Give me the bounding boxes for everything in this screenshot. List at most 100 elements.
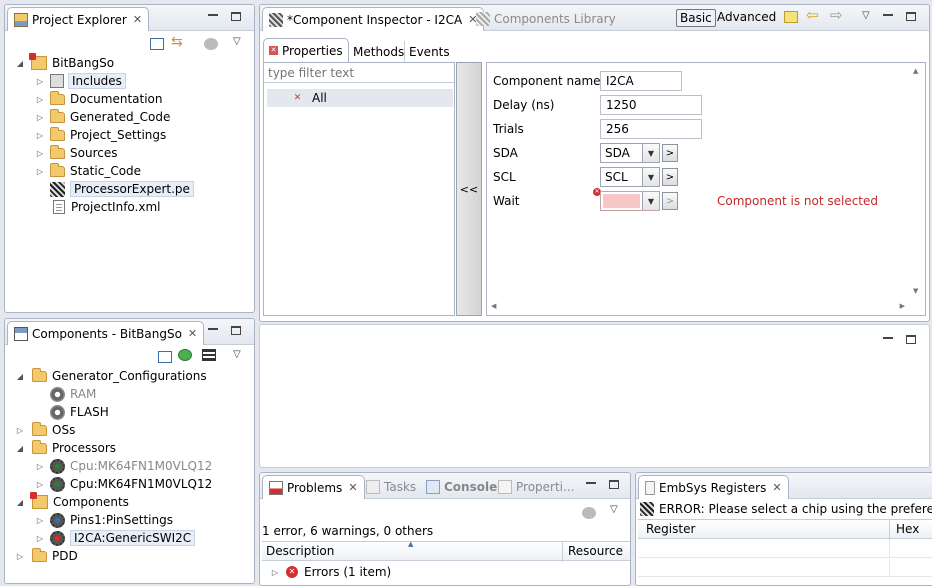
collapsed-arrow-icon[interactable]: ▷: [35, 149, 45, 158]
scroll-up-icon[interactable]: ▲: [913, 67, 918, 75]
generate-code-icon[interactable]: [202, 349, 216, 361]
tab-properties-view[interactable]: Properti...: [492, 475, 580, 499]
close-icon[interactable]: ✕: [188, 327, 197, 340]
tree-item-generated-code[interactable]: ▷ Generated_Code: [35, 108, 170, 126]
link-with-editor-icon[interactable]: ⇆: [171, 35, 185, 49]
tree-item-pdd[interactable]: ▷ PDD: [15, 547, 78, 565]
tab-console[interactable]: Console: [420, 475, 503, 499]
tree-item-cpu-2[interactable]: ▷ Cpu:MK64FN1M0VLQ12: [35, 475, 212, 493]
sda-browse-button[interactable]: >: [662, 144, 678, 162]
expanded-arrow-icon[interactable]: ◢: [15, 444, 25, 453]
minimize-icon[interactable]: [585, 479, 596, 490]
close-icon[interactable]: ✕: [772, 481, 781, 494]
tab-tasks[interactable]: Tasks: [360, 475, 422, 499]
collapsed-arrow-icon[interactable]: ▷: [35, 131, 45, 140]
subtab-events[interactable]: Events: [404, 41, 454, 62]
new-note-icon[interactable]: [784, 11, 798, 23]
tree-item-oss[interactable]: ▷ OSs: [15, 421, 75, 439]
tree-item-processorexpert[interactable]: ProcessorExpert.pe: [50, 180, 194, 198]
collapsed-arrow-icon[interactable]: ▷: [15, 426, 25, 435]
tree-item-pins1[interactable]: ▷ Pins1:PinSettings: [35, 511, 173, 529]
maximize-icon[interactable]: [608, 479, 619, 490]
refresh-icon[interactable]: [178, 349, 192, 361]
column-divider[interactable]: [562, 542, 563, 562]
tree-item-sources[interactable]: ▷ Sources: [35, 144, 117, 162]
column-header-register[interactable]: Register: [646, 522, 695, 536]
tree-item-cpu-1[interactable]: ▷ Cpu:MK64FN1M0VLQ12: [35, 457, 212, 475]
subtab-properties[interactable]: ✕ Properties: [263, 38, 349, 62]
tree-item-includes[interactable]: ▷ Includes: [35, 72, 126, 90]
view-menu-icon[interactable]: ▽: [610, 504, 624, 516]
sda-select[interactable]: SDA ▼: [600, 143, 660, 163]
mode-basic-toggle[interactable]: Basic: [676, 9, 716, 27]
tree-item-project-settings[interactable]: ▷ Project_Settings: [35, 126, 166, 144]
horizontal-scrollbar[interactable]: ◀ ▶: [489, 301, 907, 313]
collapsed-arrow-icon[interactable]: ▷: [270, 568, 280, 577]
collapse-all-icon[interactable]: [158, 351, 172, 363]
wait-browse-button[interactable]: >: [662, 192, 678, 210]
minimize-icon[interactable]: [207, 11, 218, 22]
close-icon[interactable]: ✕: [133, 13, 142, 26]
tree-item-i2ca[interactable]: ▷ I2CA:GenericSWI2C: [35, 529, 196, 547]
collapse-all-icon[interactable]: [150, 38, 164, 50]
tree-item-documentation[interactable]: ▷ Documentation: [35, 90, 163, 108]
mode-advanced-toggle[interactable]: Advanced: [717, 10, 776, 24]
maximize-icon[interactable]: [230, 11, 241, 22]
tab-embsys-registers[interactable]: EmbSys Registers ✕: [638, 475, 789, 499]
collapsed-arrow-icon[interactable]: ▷: [35, 95, 45, 104]
minimize-icon[interactable]: [207, 325, 218, 336]
view-menu-icon[interactable]: ▽: [233, 36, 247, 48]
tab-problems[interactable]: Problems ✕: [262, 475, 365, 499]
scroll-left-icon[interactable]: ◀: [491, 302, 496, 310]
subtab-methods[interactable]: Methods: [349, 41, 408, 62]
tree-item-project[interactable]: ◢ BitBangSo: [15, 53, 114, 72]
scroll-right-icon[interactable]: ▶: [900, 302, 905, 310]
scroll-down-icon[interactable]: ▼: [913, 287, 918, 295]
scl-browse-button[interactable]: >: [662, 168, 678, 186]
forward-arrow-icon[interactable]: ⇨: [830, 8, 844, 23]
back-arrow-icon[interactable]: ⇦: [806, 8, 820, 23]
tree-item-ram[interactable]: RAM: [50, 385, 96, 403]
tree-item-components[interactable]: ◢ Components: [15, 492, 129, 511]
collapse-pane-button[interactable]: <<: [456, 62, 482, 316]
tree-item-processors[interactable]: ◢ Processors: [15, 439, 116, 457]
delay-input[interactable]: 1250: [600, 95, 702, 115]
expanded-arrow-icon[interactable]: ◢: [15, 59, 25, 68]
expanded-arrow-icon[interactable]: ◢: [15, 498, 25, 507]
wait-select[interactable]: ▼: [600, 191, 660, 211]
tab-components[interactable]: Components - BitBangSo ✕: [7, 321, 205, 345]
tab-component-inspector[interactable]: *Component Inspector - I2CA ✕: [262, 7, 485, 31]
column-header-description[interactable]: Description: [266, 544, 334, 558]
tree-item-generator-configurations[interactable]: ◢ Generator_Configurations: [15, 367, 207, 385]
view-menu-icon[interactable]: ▽: [233, 349, 247, 361]
component-name-input[interactable]: I2CA: [600, 71, 682, 91]
column-divider[interactable]: [889, 520, 890, 540]
collapsed-arrow-icon[interactable]: ▷: [35, 113, 45, 122]
close-icon[interactable]: ✕: [348, 481, 357, 494]
tree-item-projectinfo[interactable]: ProjectInfo.xml: [53, 198, 161, 216]
trials-input[interactable]: 256: [600, 119, 702, 139]
minimize-icon[interactable]: [882, 11, 893, 22]
column-header-hex[interactable]: Hex: [896, 522, 919, 536]
table-row[interactable]: ▷ ✕ Errors (1 item): [262, 563, 630, 581]
collapsed-arrow-icon[interactable]: ▷: [35, 516, 45, 525]
tree-item-flash[interactable]: FLASH: [50, 403, 109, 421]
collapsed-arrow-icon[interactable]: ▷: [35, 480, 45, 489]
chevron-down-icon[interactable]: ▼: [642, 144, 659, 162]
view-menu-icon[interactable]: ▽: [862, 10, 876, 22]
chevron-down-icon[interactable]: ▼: [642, 192, 659, 210]
tree-item-static-code[interactable]: ▷ Static_Code: [35, 162, 141, 180]
collapsed-arrow-icon[interactable]: ▷: [35, 462, 45, 471]
minimize-icon[interactable]: [882, 334, 893, 345]
view-filter-icon[interactable]: [204, 38, 218, 50]
collapsed-arrow-icon[interactable]: ▷: [35, 167, 45, 176]
vertical-scrollbar[interactable]: ▲ ▼: [911, 67, 923, 295]
expanded-arrow-icon[interactable]: ◢: [15, 372, 25, 381]
collapsed-arrow-icon[interactable]: ▷: [15, 552, 25, 561]
filter-item-all[interactable]: ✕ All: [267, 89, 453, 107]
tab-components-library[interactable]: Components Library: [470, 7, 622, 31]
collapsed-arrow-icon[interactable]: ▷: [35, 534, 45, 543]
chevron-down-icon[interactable]: ▼: [642, 168, 659, 186]
collapsed-arrow-icon[interactable]: ▷: [35, 77, 45, 86]
maximize-icon[interactable]: [905, 334, 916, 345]
